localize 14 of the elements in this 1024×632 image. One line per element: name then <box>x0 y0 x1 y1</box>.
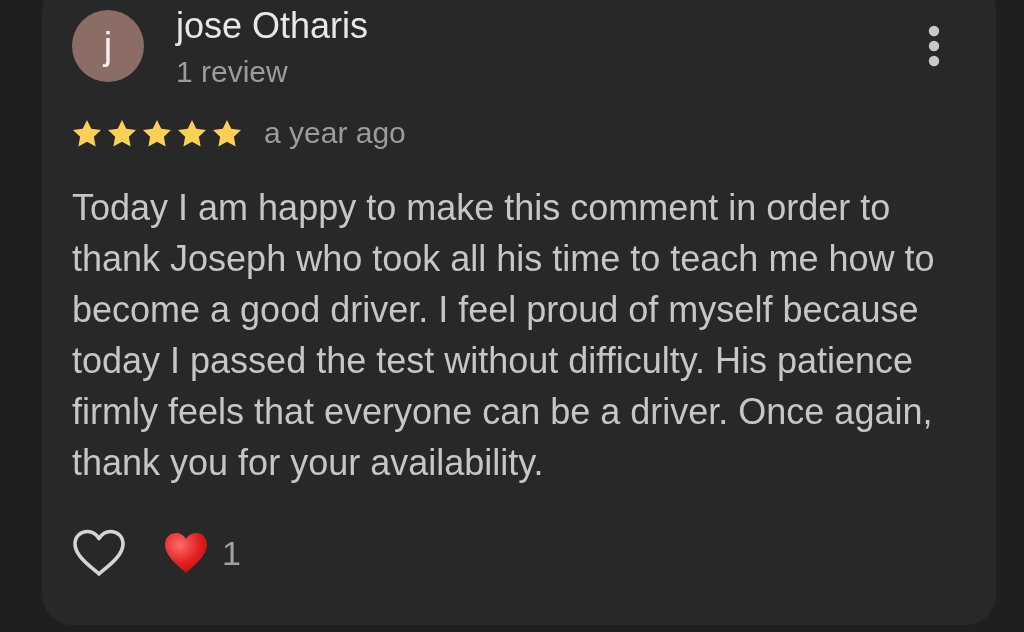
reaction-count: 1 <box>222 533 241 573</box>
avatar: j <box>72 10 144 82</box>
heart-emoji-icon <box>164 532 208 574</box>
star-icon <box>142 118 172 148</box>
review-count: 1 review <box>176 55 288 89</box>
review-time: a year ago <box>264 116 406 150</box>
heart-icon[interactable] <box>72 529 126 577</box>
more-options-icon[interactable] <box>928 25 940 67</box>
star-icon <box>107 118 137 148</box>
star-icon <box>72 118 102 148</box>
star-icon <box>212 118 242 148</box>
review-text: Today I am happy to make this comment in order to thank Joseph who took all his time to teach me how to become a good driver. I feel proud of myself because today I passed the test without difficulty. His patience firmly feels that everyone can be a driver. Once again, thank you for your availability. <box>72 186 936 485</box>
reviewer-name: jose Otharis <box>176 5 369 47</box>
star-icon <box>177 118 207 148</box>
